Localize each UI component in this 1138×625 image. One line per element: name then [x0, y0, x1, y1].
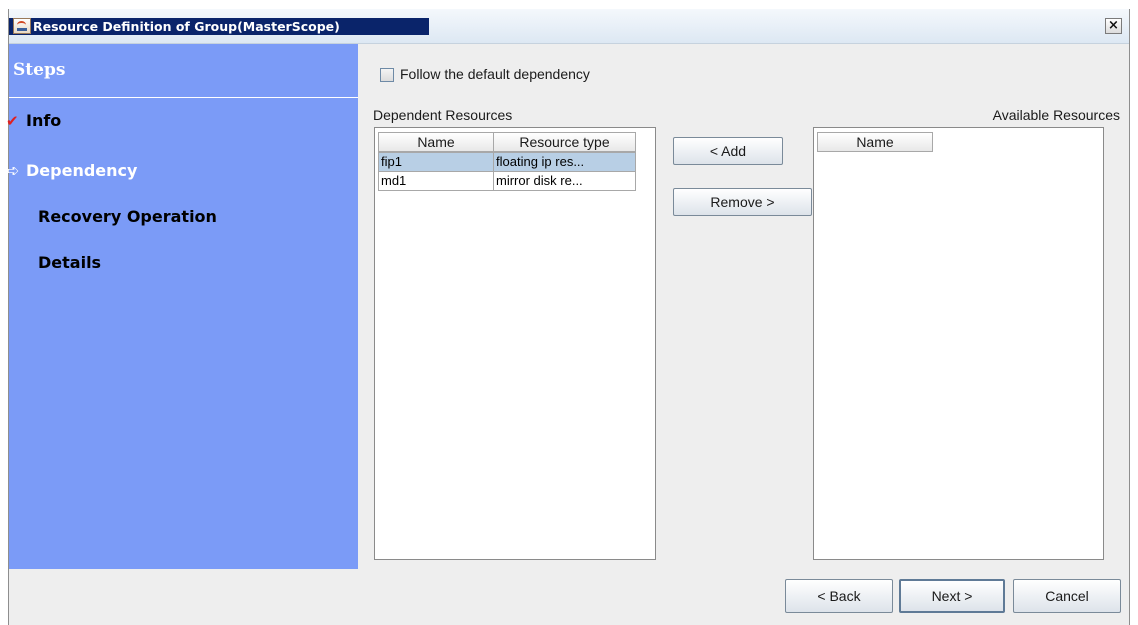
steps-header: Steps: [9, 44, 358, 98]
cancel-button[interactable]: Cancel: [1013, 579, 1121, 613]
back-button[interactable]: < Back: [785, 579, 893, 613]
window-title: Resource Definition of Group(MasterScope…: [33, 19, 340, 34]
step-details-label: Details: [38, 253, 102, 272]
next-button[interactable]: Next >: [899, 579, 1005, 613]
dependent-resources-table[interactable]: Name Resource type fip1 floating ip res.…: [374, 127, 656, 560]
arrow-right-icon: ➪: [6, 161, 20, 180]
table-row[interactable]: fip1 floating ip res...: [378, 152, 636, 172]
step-dependency: ➪ Dependency: [6, 161, 137, 180]
title-bar[interactable]: Resource Definition of Group(MasterScope…: [9, 9, 1129, 44]
steps-panel: Steps: [9, 44, 358, 569]
column-header-name[interactable]: Name: [817, 132, 933, 152]
steps-header-label: Steps: [13, 60, 66, 80]
close-button[interactable]: ×: [1105, 18, 1122, 34]
remove-button[interactable]: Remove >: [673, 188, 812, 216]
check-icon: ✔: [6, 112, 19, 130]
step-recovery-operation: Recovery Operation: [38, 207, 217, 226]
step-info: ✔ Info: [6, 111, 61, 130]
available-resources-table[interactable]: Name: [813, 127, 1104, 560]
column-header-resource-type[interactable]: Resource type: [493, 132, 636, 152]
row-name-cell: fip1: [378, 152, 494, 172]
available-resources-label: Available Resources: [992, 107, 1120, 123]
row-type-cell: floating ip res...: [493, 152, 636, 172]
table-row[interactable]: md1 mirror disk re...: [378, 171, 636, 191]
step-details: Details: [38, 253, 101, 272]
follow-default-checkbox[interactable]: [380, 68, 394, 82]
follow-default-label[interactable]: Follow the default dependency: [400, 66, 590, 82]
java-app-icon: [13, 18, 31, 34]
add-button[interactable]: < Add: [673, 137, 783, 165]
row-type-cell: mirror disk re...: [493, 171, 636, 191]
dependent-resources-label: Dependent Resources: [373, 107, 513, 123]
step-recovery-label: Recovery Operation: [38, 207, 217, 226]
step-dependency-label: Dependency: [26, 161, 138, 180]
column-header-name[interactable]: Name: [378, 132, 494, 152]
step-info-label: Info: [26, 111, 62, 130]
row-name-cell: md1: [378, 171, 494, 191]
